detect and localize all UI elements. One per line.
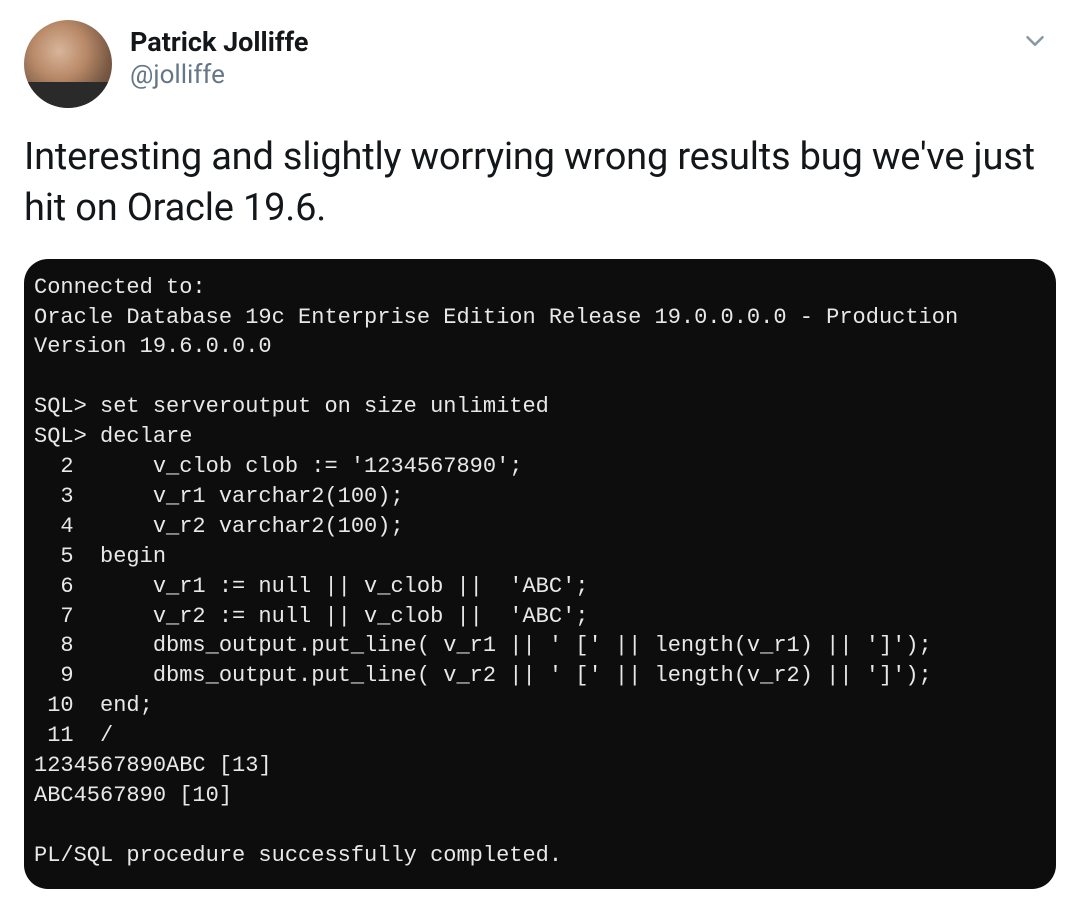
tweet-header: Patrick Jolliffe @jolliffe <box>24 20 1056 108</box>
code-line: 8 dbms_output.put_line( v_r1 || ' [' || … <box>34 631 1046 661</box>
user-info: Patrick Jolliffe @jolliffe <box>130 20 308 92</box>
code-line: 6 v_r1 := null || v_clob || 'ABC'; <box>34 572 1046 602</box>
code-screenshot: Connected to:Oracle Database 19c Enterpr… <box>24 259 1056 889</box>
code-line: 7 v_r2 := null || v_clob || 'ABC'; <box>34 602 1046 632</box>
display-name[interactable]: Patrick Jolliffe <box>130 26 308 58</box>
code-line: Oracle Database 19c Enterprise Edition R… <box>34 303 1046 333</box>
code-line <box>34 811 1046 841</box>
code-line: ABC4567890 [10] <box>34 781 1046 811</box>
code-line: 2 v_clob clob := '1234567890'; <box>34 452 1046 482</box>
code-line: Version 19.6.0.0.0 <box>34 332 1046 362</box>
code-line: 3 v_r1 varchar2(100); <box>34 482 1046 512</box>
chevron-down-icon[interactable] <box>1020 20 1056 60</box>
tweet-header-left: Patrick Jolliffe @jolliffe <box>24 20 308 108</box>
code-line: 4 v_r2 varchar2(100); <box>34 512 1046 542</box>
code-line: Connected to: <box>34 273 1046 303</box>
avatar[interactable] <box>24 20 112 108</box>
code-line: PL/SQL procedure successfully completed. <box>34 841 1046 871</box>
code-line: 5 begin <box>34 542 1046 572</box>
code-line: 11 / <box>34 721 1046 751</box>
code-line: 1234567890ABC [13] <box>34 751 1046 781</box>
tweet-text: Interesting and slightly worrying wrong … <box>24 132 1056 235</box>
user-handle[interactable]: @jolliffe <box>130 60 308 91</box>
code-line: SQL> set serveroutput on size unlimited <box>34 392 1046 422</box>
code-line: SQL> declare <box>34 422 1046 452</box>
code-line <box>34 362 1046 392</box>
code-line: 10 end; <box>34 691 1046 721</box>
code-line: 9 dbms_output.put_line( v_r2 || ' [' || … <box>34 661 1046 691</box>
